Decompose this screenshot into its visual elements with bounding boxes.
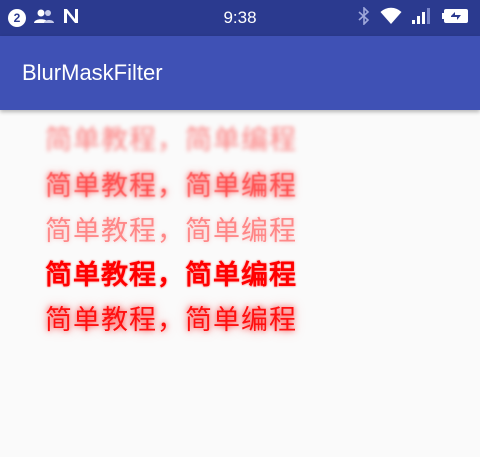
app-bar: BlurMaskFilter [0, 36, 480, 110]
wifi-icon [380, 7, 402, 29]
signal-icon [412, 8, 432, 28]
status-right-icons [358, 0, 470, 36]
normal-blur-text: 简单教程，简单编程 [45, 125, 297, 156]
status-bar: 2 9:38 [0, 0, 480, 36]
content-area: 简单教程，简单编程 简单教程，简单编程 简单教程，简单编程 简单教程，简单编程 … [0, 110, 480, 457]
solid-blur-text: 简单教程，简单编程 [45, 171, 297, 202]
bluetooth-icon [358, 6, 370, 29]
glow-blur-text: 简单教程，简单编程 [45, 305, 297, 336]
battery-icon [442, 8, 470, 28]
inner-blur-text: 简单教程，简单编程 [45, 260, 297, 291]
outer-blur-text: 简单教程，简单编程 [45, 216, 297, 247]
app-title: BlurMaskFilter [22, 60, 163, 85]
